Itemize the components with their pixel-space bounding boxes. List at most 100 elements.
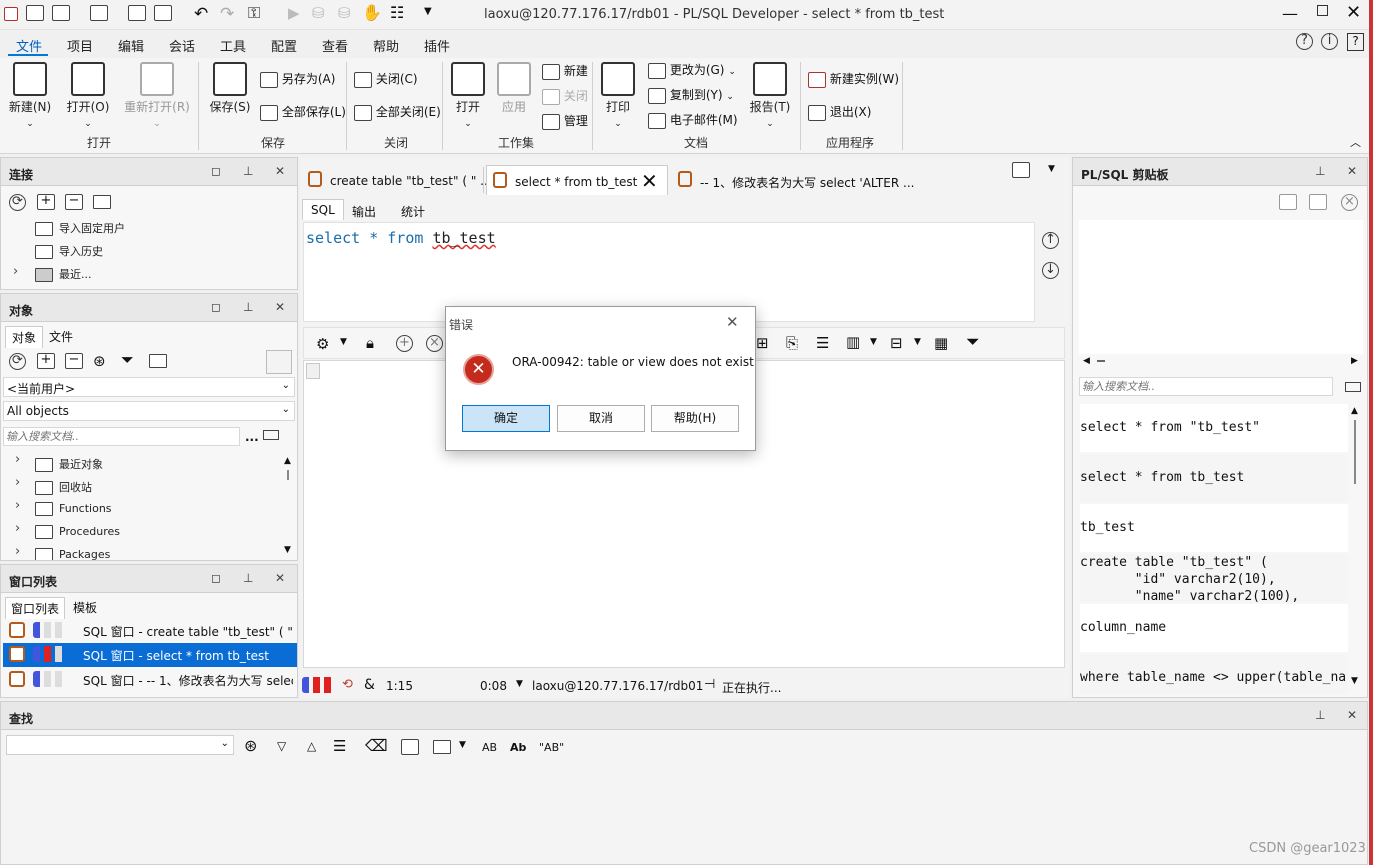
find-prev-icon[interactable]: △ xyxy=(307,739,316,753)
search-options-icon[interactable] xyxy=(263,430,279,440)
tabs-dropdown-icon[interactable]: ▼ xyxy=(1048,164,1055,174)
clipboard-item[interactable]: create table "tb_test" ( "id" varchar2(1… xyxy=(1080,554,1348,602)
panel-pin-icon[interactable]: ⊥ xyxy=(243,164,253,178)
export-icon[interactable]: ⎘ xyxy=(786,334,798,352)
pivot-icon[interactable]: ⊟ xyxy=(890,334,903,352)
tab-output[interactable]: 输出 xyxy=(352,203,376,220)
search-more-button[interactable]: ... xyxy=(245,430,259,444)
workspace-apply-button[interactable]: 应用 xyxy=(494,62,534,115)
eraser-icon[interactable]: ⌫ xyxy=(365,736,388,755)
doc-tab[interactable]: -- 1、修改表名为大写 select 'ALTER ... xyxy=(676,167,916,193)
add-icon[interactable]: + xyxy=(37,353,55,369)
window-layout-icon[interactable] xyxy=(1012,162,1030,178)
tab-window-list[interactable]: 窗口列表 xyxy=(5,597,66,619)
clear-clip-icon[interactable]: × xyxy=(1341,194,1358,211)
find-next-icon[interactable]: ▽ xyxy=(277,739,286,753)
help-icon[interactable]: ? xyxy=(1296,33,1313,50)
folder-link-icon[interactable] xyxy=(149,354,167,368)
scroll-up-icon[interactable]: ▲ xyxy=(1351,406,1358,416)
commit-icon[interactable]: ⛁ xyxy=(312,4,325,22)
cancel-button[interactable]: 取消 xyxy=(557,405,645,432)
close-button[interactable]: 关闭(C) xyxy=(354,70,418,88)
tree-item-packages[interactable]: Packages xyxy=(35,548,110,560)
find-window-icon[interactable] xyxy=(401,739,419,755)
workspace-new-button[interactable]: 新建 xyxy=(542,62,588,80)
maximize-button[interactable] xyxy=(1317,5,1328,16)
print-button[interactable]: 打印 ⌄ xyxy=(598,62,638,129)
scroll-prev-icon[interactable]: ↑ xyxy=(1042,232,1059,249)
filter-icon[interactable]: ⏷ xyxy=(121,350,134,370)
panel-float-icon[interactable]: ◻ xyxy=(211,300,221,314)
print-qa-icon[interactable] xyxy=(154,5,172,21)
minimize-button[interactable]: — xyxy=(1282,4,1298,23)
tree-view-icon[interactable]: ⊞ xyxy=(756,334,769,352)
find-binoculars-icon[interactable]: ⊛ xyxy=(244,736,257,755)
panel-float-icon[interactable]: ◻ xyxy=(211,164,221,178)
undo-icon[interactable]: ↶ xyxy=(194,4,208,24)
tree-item-recycle-bin[interactable]: 回收站 xyxy=(35,479,92,495)
scroll-down-icon[interactable]: ▼ xyxy=(1351,676,1358,686)
open-qa-icon[interactable] xyxy=(90,5,108,21)
expand-chevron-icon[interactable]: › xyxy=(15,475,20,490)
delete-record-icon[interactable]: × xyxy=(426,335,443,352)
tab-objects[interactable]: 对象 xyxy=(5,326,44,348)
binoculars-icon[interactable]: ⊛ xyxy=(93,352,106,370)
window-list-item[interactable]: SQL 窗口 - -- 1、修改表名为大写 selec xyxy=(3,668,297,692)
color-swatch[interactable] xyxy=(266,350,292,374)
menu-project[interactable]: 项目 xyxy=(67,36,93,55)
filter-icon[interactable]: ⏷ xyxy=(966,332,980,352)
copy-to-button[interactable]: 复制到(Y) ⌄ xyxy=(648,86,734,104)
panel-close-icon[interactable]: ✕ xyxy=(275,571,285,585)
menu-tools[interactable]: 工具 xyxy=(220,36,246,55)
email-button[interactable]: 电子邮件(M) xyxy=(648,111,738,129)
exact-match-option[interactable]: "AB" xyxy=(539,741,564,754)
panel-pin-icon[interactable]: ⊥ xyxy=(1315,164,1325,178)
tab-sql[interactable]: SQL xyxy=(302,199,344,220)
tab-files[interactable]: 文件 xyxy=(49,328,73,345)
ok-button[interactable]: 确定 xyxy=(462,405,550,432)
menu-help[interactable]: 帮助 xyxy=(373,36,399,55)
add-icon[interactable]: + xyxy=(37,194,55,210)
clipboard-item[interactable]: select * from "tb_test" xyxy=(1080,404,1348,452)
scroll-up-icon[interactable]: ▲ xyxy=(284,456,291,466)
panel-float-icon[interactable]: ◻ xyxy=(211,571,221,585)
clipboard-search-input[interactable] xyxy=(1079,377,1333,396)
menu-file[interactable]: 文件 xyxy=(16,36,42,55)
scrollbar-thumb[interactable] xyxy=(287,470,289,480)
scroll-next-icon[interactable]: ↓ xyxy=(1042,262,1059,279)
scroll-down-icon[interactable]: ▼ xyxy=(284,545,291,555)
menu-edit[interactable]: 编辑 xyxy=(118,36,144,55)
dialog-close-icon[interactable]: ✕ xyxy=(726,313,739,331)
panel-pin-icon[interactable]: ⊥ xyxy=(243,571,253,585)
reopen-button[interactable]: 重新打开(R) ⌄ xyxy=(122,62,192,129)
save-qa-icon[interactable] xyxy=(128,5,146,21)
hscroll-right-icon[interactable]: ▶ xyxy=(1351,356,1358,366)
pivot-dropdown-icon[interactable]: ▼ xyxy=(914,337,921,347)
grid-settings-icon[interactable]: ⚙ xyxy=(316,335,329,353)
tab-statistics[interactable]: 统计 xyxy=(401,203,425,220)
folder-link-icon[interactable] xyxy=(93,195,111,209)
menu-view[interactable]: 查看 xyxy=(322,36,348,55)
user-select[interactable]: <当前用户> ⌄ xyxy=(3,377,295,397)
hscroll-thumb[interactable] xyxy=(1097,360,1105,362)
whole-word-option[interactable]: Ab xyxy=(510,741,526,754)
folder-dropdown-icon[interactable]: ▼ xyxy=(459,740,466,750)
open-button[interactable]: 打开(O) ⌄ xyxy=(64,62,112,129)
copy-clip-icon[interactable] xyxy=(1279,194,1297,210)
redo-icon[interactable]: ↷ xyxy=(220,4,234,24)
object-search-input[interactable] xyxy=(3,427,240,446)
doc-tab-active[interactable]: select * from tb_test ✕ xyxy=(486,165,668,195)
find-input[interactable]: ⌄ xyxy=(6,735,234,755)
expand-chevron-icon[interactable]: › xyxy=(15,452,20,467)
close-tab-icon[interactable]: ✕ xyxy=(641,169,658,193)
lock-icon[interactable]: 🔒︎ xyxy=(366,334,374,352)
tree-item-functions[interactable]: Functions xyxy=(35,502,112,516)
report-button[interactable]: 报告(T) ⌄ xyxy=(748,62,792,129)
scrollbar-thumb[interactable] xyxy=(1354,420,1356,484)
paste-clip-icon[interactable] xyxy=(1309,194,1327,210)
chart-icon[interactable]: ▥ xyxy=(846,333,860,351)
collapse-ribbon-icon[interactable]: ︿ xyxy=(1350,134,1361,150)
search-options-icon[interactable] xyxy=(1345,382,1361,392)
workspace-open-button[interactable]: 打开 ⌄ xyxy=(448,62,488,129)
table-icon[interactable]: ▦ xyxy=(934,334,948,352)
